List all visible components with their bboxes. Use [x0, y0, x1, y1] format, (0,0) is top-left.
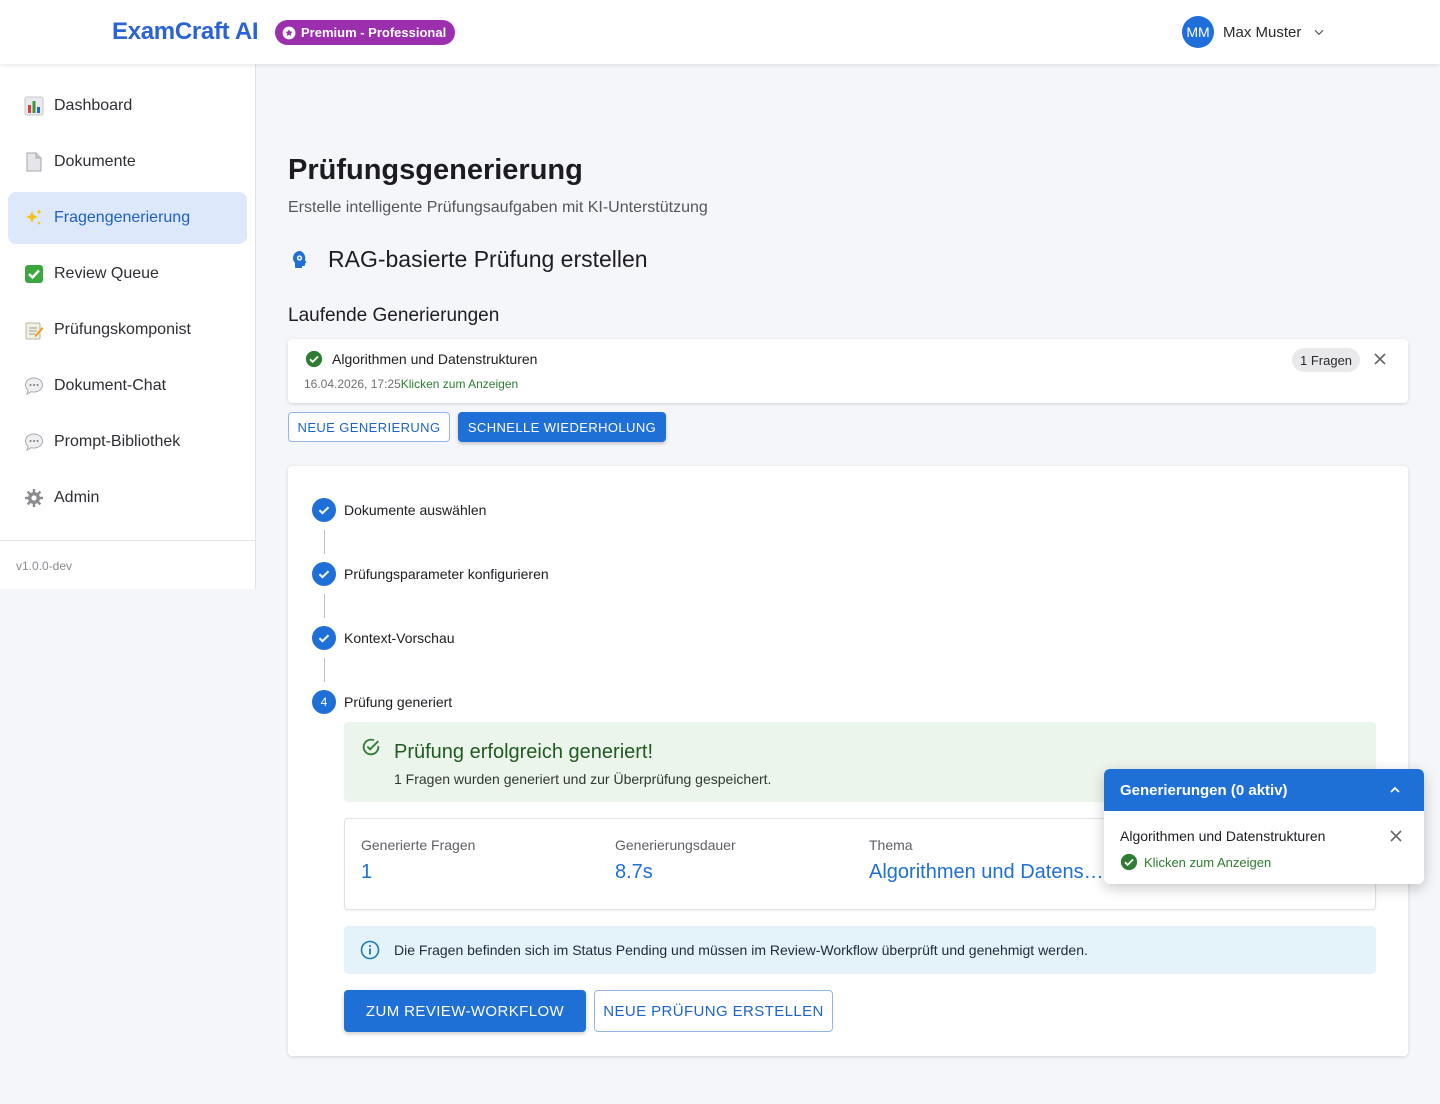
- step-context-preview[interactable]: Kontext-Vorschau: [312, 626, 455, 650]
- step-select-documents[interactable]: Dokumente auswählen: [312, 498, 486, 522]
- sidebar-item-documents[interactable]: Dokumente: [8, 136, 247, 188]
- document-icon: [24, 152, 44, 172]
- stat-label: Generierte Fragen: [361, 837, 476, 853]
- sidebar-item-exam-composer[interactable]: Prüfungskomponist: [8, 304, 247, 356]
- step-connector: [324, 594, 325, 618]
- user-menu[interactable]: MM Max Muster: [1182, 16, 1326, 48]
- sidebar-item-question-generation[interactable]: Fragengenerierung: [8, 192, 247, 244]
- gear-icon: [24, 488, 44, 508]
- sidebar-item-label: Prüfungskomponist: [54, 321, 191, 338]
- stat-generation-duration: Generierungsdauer 8.7s: [615, 837, 845, 884]
- generation-title: Algorithmen und Datenstrukturen: [332, 351, 538, 367]
- info-message: Die Fragen befinden sich im Status Pendi…: [394, 942, 1088, 958]
- sidebar: Dashboard Dokumente Fragengenerierung Re…: [0, 64, 256, 589]
- close-icon[interactable]: [1372, 351, 1388, 367]
- sidebar-divider: [0, 540, 255, 541]
- check-circle-icon: [1120, 853, 1138, 871]
- speech-bubble-icon: [24, 376, 44, 396]
- memo-icon: [24, 320, 44, 340]
- sparkles-icon: [24, 208, 44, 228]
- speech-bubble-icon: [24, 432, 44, 452]
- panel-item-link[interactable]: Klicken zum Anzeigen: [1144, 855, 1271, 870]
- new-exam-button[interactable]: NEUE PRÜFUNG ERSTELLEN: [594, 990, 833, 1032]
- page-subtitle: Erstelle intelligente Prüfungsaufgaben m…: [288, 199, 708, 216]
- step-label: Kontext-Vorschau: [344, 630, 455, 646]
- quick-repeat-button[interactable]: SCHNELLE WIEDERHOLUNG: [458, 412, 666, 442]
- sidebar-item-label: Dashboard: [54, 97, 133, 114]
- star-icon: [282, 26, 296, 39]
- sidebar-item-prompt-library[interactable]: Prompt-Bibliothek: [8, 416, 247, 468]
- section-heading: RAG-basierte Prüfung erstellen: [288, 246, 648, 273]
- step-connector: [324, 530, 325, 554]
- sidebar-nav: Dashboard Dokumente Fragengenerierung Re…: [0, 64, 255, 524]
- sidebar-item-label: Prompt-Bibliothek: [54, 433, 181, 450]
- running-generation-card[interactable]: Algorithmen und Datenstrukturen 16.04.20…: [288, 339, 1408, 403]
- generation-timestamp: 16.04.2026, 17:25: [304, 377, 401, 391]
- success-title: Prüfung erfolgreich generiert!: [394, 741, 654, 763]
- generation-view-link[interactable]: Klicken zum Anzeigen: [401, 377, 518, 391]
- stat-value: 1: [361, 861, 373, 883]
- info-alert: Die Fragen befinden sich im Status Pendi…: [344, 926, 1376, 974]
- generations-panel-header[interactable]: Generierungen (0 aktiv): [1104, 769, 1424, 811]
- stat-topic: Thema Algorithmen und Datenstrukturen: [869, 837, 1109, 884]
- brand-logo[interactable]: ExamCraft AI: [112, 18, 259, 46]
- step-exam-generated[interactable]: 4 Prüfung generiert: [312, 690, 452, 714]
- step-check-icon: [312, 626, 336, 650]
- question-count-chip: 1 Fragen: [1292, 348, 1361, 372]
- generations-panel: Generierungen (0 aktiv) Algorithmen und …: [1104, 769, 1424, 884]
- stat-label: Generierungsdauer: [615, 837, 736, 853]
- sidebar-item-label: Admin: [54, 489, 100, 506]
- step-configure-parameters[interactable]: Prüfungsparameter konfigurieren: [312, 562, 549, 586]
- generation-meta: 16.04.2026, 17:25Klicken zum Anzeigen: [304, 377, 518, 391]
- panel-item-status[interactable]: Klicken zum Anzeigen: [1120, 853, 1271, 871]
- step-label: Prüfung generiert: [344, 694, 453, 710]
- success-message: 1 Fragen wurden generiert und zur Überpr…: [394, 771, 772, 787]
- stat-value: 8.7s: [615, 861, 653, 883]
- avatar[interactable]: MM: [1182, 16, 1214, 48]
- stat-label: Thema: [869, 837, 913, 853]
- step-number: 4: [312, 690, 336, 714]
- top-app-bar: ExamCraft AI Premium - Professional MM M…: [0, 0, 1440, 64]
- app-version: v1.0.0-dev: [16, 559, 73, 573]
- panel-item-title[interactable]: Algorithmen und Datenstrukturen: [1120, 828, 1325, 844]
- review-workflow-button[interactable]: ZUM REVIEW-WORKFLOW: [344, 990, 586, 1032]
- info-icon: [360, 940, 380, 960]
- sidebar-item-review-queue[interactable]: Review Queue: [8, 248, 247, 300]
- chevron-up-icon[interactable]: [1388, 783, 1402, 797]
- sidebar-item-label: Dokument-Chat: [54, 377, 167, 394]
- sidebar-item-label: Dokumente: [54, 153, 136, 170]
- step-check-icon: [312, 562, 336, 586]
- running-generations-title: Laufende Generierungen: [288, 305, 500, 326]
- generations-panel-title: Generierungen (0 aktiv): [1120, 781, 1288, 799]
- plan-badge-label: Premium - Professional: [301, 25, 447, 40]
- chevron-down-icon[interactable]: [1312, 25, 1326, 39]
- sidebar-item-document-chat[interactable]: Dokument-Chat: [8, 360, 247, 412]
- new-generation-button[interactable]: NEUE GENERIERUNG: [288, 412, 450, 442]
- check-circle-outline-icon: [362, 738, 380, 756]
- generation-stepper-card: Dokumente auswählen Prüfungsparameter ko…: [288, 466, 1408, 1056]
- check-circle-icon: [305, 350, 323, 368]
- section-title: RAG-basierte Prüfung erstellen: [328, 246, 648, 272]
- step-label: Dokumente auswählen: [344, 502, 487, 518]
- sidebar-item-dashboard[interactable]: Dashboard: [8, 80, 247, 132]
- user-name[interactable]: Max Muster: [1223, 24, 1301, 41]
- step-connector: [324, 658, 325, 682]
- sidebar-item-admin[interactable]: Admin: [8, 472, 247, 524]
- page-title: Prüfungsgenerierung: [288, 154, 583, 186]
- stat-value: Algorithmen und Datenstrukturen: [869, 861, 1109, 883]
- stat-generated-questions: Generierte Fragen 1: [361, 837, 591, 884]
- plan-badge: Premium - Professional: [275, 20, 456, 45]
- bar-chart-icon: [24, 96, 44, 116]
- brain-gear-icon: [293, 250, 307, 268]
- sidebar-item-label: Review Queue: [54, 265, 159, 282]
- close-icon[interactable]: [1388, 828, 1404, 844]
- step-label: Prüfungsparameter konfigurieren: [344, 566, 549, 582]
- step-check-icon: [312, 498, 336, 522]
- sidebar-item-label: Fragengenerierung: [54, 209, 191, 226]
- check-box-icon: [24, 264, 44, 284]
